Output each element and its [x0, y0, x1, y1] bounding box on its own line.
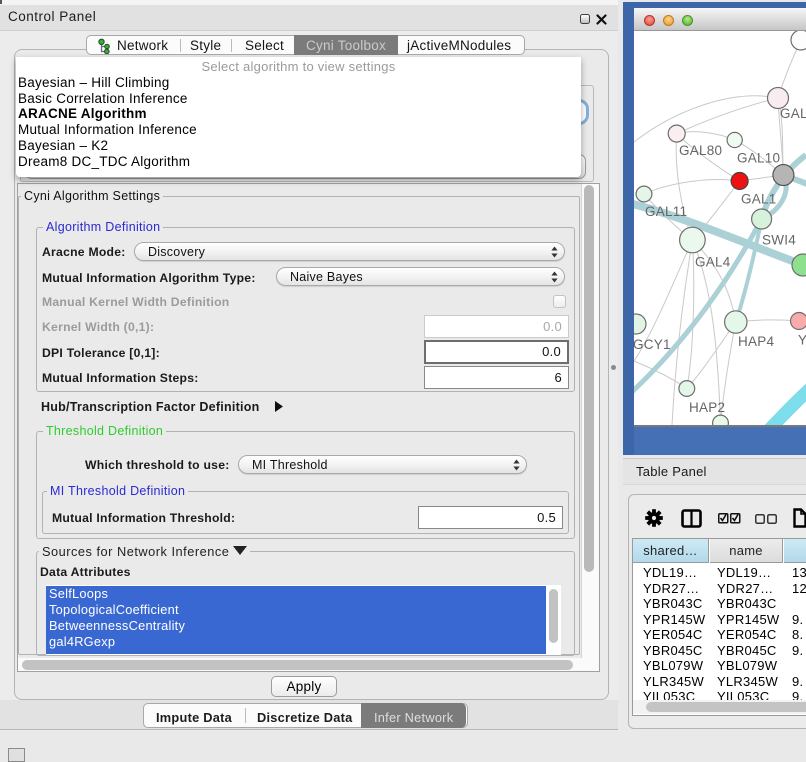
svg-text:GAL11: GAL11: [645, 204, 687, 219]
svg-text:GAL10: GAL10: [737, 151, 780, 166]
svg-text:Y: Y: [798, 333, 806, 348]
svg-text:GCY1: GCY1: [634, 337, 671, 352]
svg-text:GAL: GAL: [780, 106, 806, 121]
svg-text:SWI4: SWI4: [762, 233, 796, 248]
svg-text:GAL4: GAL4: [695, 255, 731, 270]
svg-text:GAL80: GAL80: [679, 143, 722, 158]
svg-text:HAP2: HAP2: [689, 400, 725, 415]
svg-text:GAL1: GAL1: [741, 192, 777, 207]
svg-text:HAP4: HAP4: [738, 334, 775, 349]
